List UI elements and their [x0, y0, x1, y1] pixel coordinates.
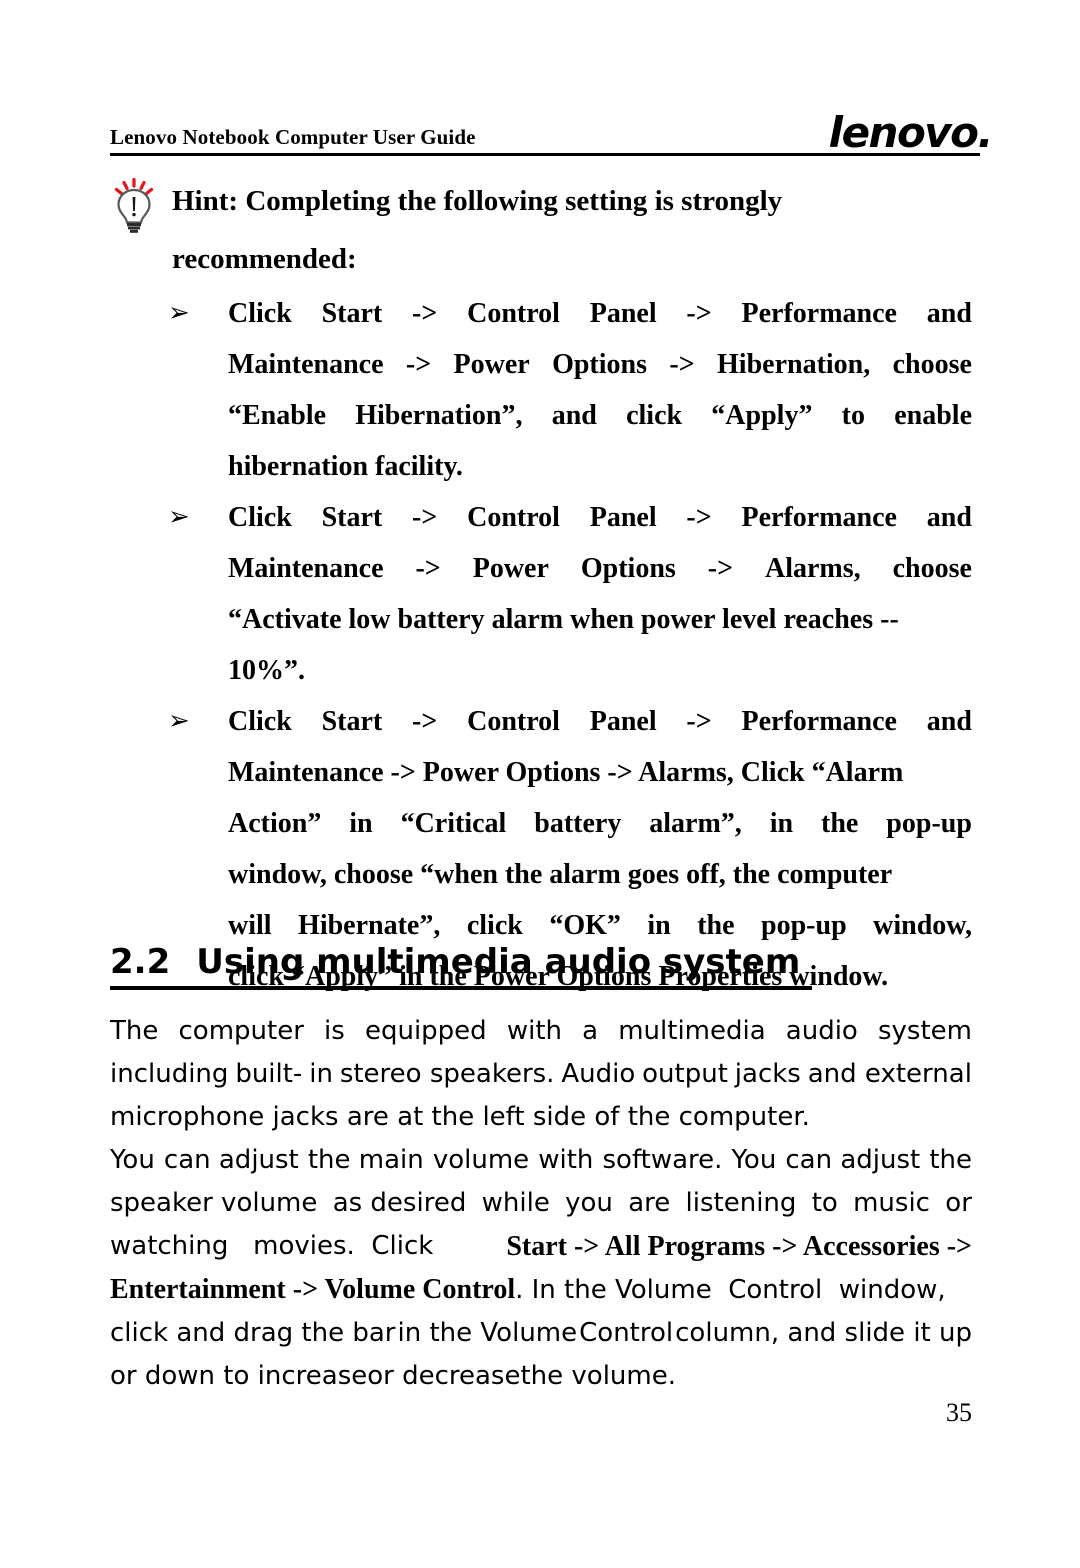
body-line: The computer is equipped with a multimed…	[110, 1016, 972, 1046]
page-header: Lenovo Notebook Computer User Guide leno…	[110, 112, 994, 156]
bullet-line: Action” in “Critical battery alarm”, in …	[228, 808, 972, 839]
bullet-line: “Activate low battery alarm when power l…	[228, 604, 899, 635]
header-divider	[110, 153, 980, 156]
body-line: Entertainment -> Volume Control. In the …	[110, 1274, 946, 1305]
body-line: You can adjust the main volume with soft…	[110, 1145, 972, 1175]
hint-text: Hint: Completing the following setting i…	[172, 172, 972, 288]
bullet-line: hibernation facility.	[228, 451, 463, 482]
heading-trailing-space	[800, 942, 812, 982]
lightbulb-hint-icon	[110, 177, 158, 234]
section-title: Using multimedia audio system	[196, 942, 801, 982]
body-line: or down to increaseor decreasethe volume…	[110, 1361, 676, 1391]
list-item: ➢ Click Start -> Control Panel -> Perfor…	[110, 288, 972, 492]
body-line: watching movies. Click Start -> All Prog…	[110, 1225, 972, 1268]
hint-word: following	[443, 185, 558, 217]
hint-line-1: Hint: Completing the following setting i…	[172, 172, 972, 230]
hint-word: the	[397, 185, 437, 217]
arrowhead-bullet-icon: ➢	[168, 298, 190, 328]
section-number: 2.2	[110, 942, 171, 982]
body-line: click and drag the bar in the Volume Con…	[110, 1318, 972, 1348]
menu-path-emphasis: Entertainment -> Volume Control	[110, 1274, 516, 1305]
menu-path-emphasis: Start -> All Programs -> Accessories ->	[506, 1231, 972, 1262]
page-number: 35	[946, 1398, 972, 1427]
hint-word: strongly	[681, 185, 783, 217]
bullet-line: Click Start -> Control Panel -> Performa…	[228, 502, 972, 533]
bullet-line: Click Start -> Control Panel -> Performa…	[228, 706, 972, 737]
bullet-line: Maintenance -> Power Options -> Alarms, …	[228, 757, 904, 788]
arrowhead-bullet-icon: ➢	[168, 706, 190, 736]
body-line: including built- in stereo speakers. Aud…	[110, 1059, 972, 1089]
bullet-line: Maintenance -> Power Options -> Hibernat…	[228, 349, 972, 380]
body-line: microphone jacks are at the left side of…	[110, 1102, 810, 1132]
body-copy: The computer is equipped with a multimed…	[110, 1010, 972, 1398]
list-item-text: Click Start -> Control Panel -> Performa…	[228, 492, 972, 696]
hint-line-2: recommended:	[172, 243, 357, 275]
bullet-line: “Enable Hibernation”, and click “Apply” …	[228, 400, 972, 431]
hint-word: setting	[565, 185, 648, 217]
bullet-line: window, choose “when the alarm goes off,…	[228, 859, 893, 890]
list-item-text: Click Start -> Control Panel -> Performa…	[228, 288, 972, 492]
paragraph-1: The computer is equipped with a multimed…	[110, 1010, 972, 1139]
bullet-line: Maintenance -> Power Options -> Alarms, …	[228, 553, 972, 584]
bullet-line: 10%”.	[228, 655, 305, 686]
bullet-list: ➢ Click Start -> Control Panel -> Perfor…	[110, 288, 972, 1002]
header-title: Lenovo Notebook Computer User Guide	[110, 125, 476, 149]
paragraph-2: You can adjust the main volume with soft…	[110, 1139, 972, 1398]
bullet-line: Click Start -> Control Panel -> Performa…	[228, 298, 972, 329]
hint-block: Hint: Completing the following setting i…	[110, 172, 972, 288]
document-page: Lenovo Notebook Computer User Guide leno…	[0, 0, 1080, 1568]
hint-word: Hint:	[172, 185, 239, 217]
arrowhead-bullet-icon: ➢	[168, 502, 190, 532]
lenovo-logo: lenovo.	[828, 108, 994, 157]
hint-word: is	[654, 185, 674, 217]
section-heading: 2.2 Using multimedia audio system	[110, 940, 813, 990]
body-line: speaker volume as desired while you are …	[110, 1188, 972, 1218]
hint-word: Completing	[245, 185, 391, 217]
list-item: ➢ Click Start -> Control Panel -> Perfor…	[110, 492, 972, 696]
